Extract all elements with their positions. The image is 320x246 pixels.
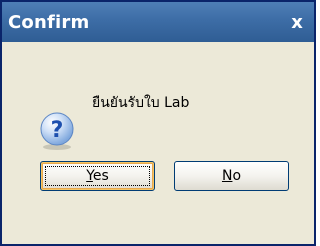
svg-text:?: ? [51,118,64,143]
no-button[interactable]: No [174,161,289,191]
close-icon[interactable]: x [286,11,308,33]
window-title: Confirm [8,11,90,33]
question-icon: ? [40,112,74,150]
title-bar[interactable]: Confirm x [2,2,314,42]
confirm-message: ยืนยันรับใบ Lab [92,95,190,111]
no-button-label: No [221,168,242,184]
dialog-body: ? ยืนยันรับใบ Lab Yes No [2,42,314,244]
yes-button[interactable]: Yes [40,161,155,191]
confirm-dialog: Confirm x ? ยืนยันรับใบ Lab Yes No [0,0,316,246]
yes-button-label: Yes [86,168,109,184]
